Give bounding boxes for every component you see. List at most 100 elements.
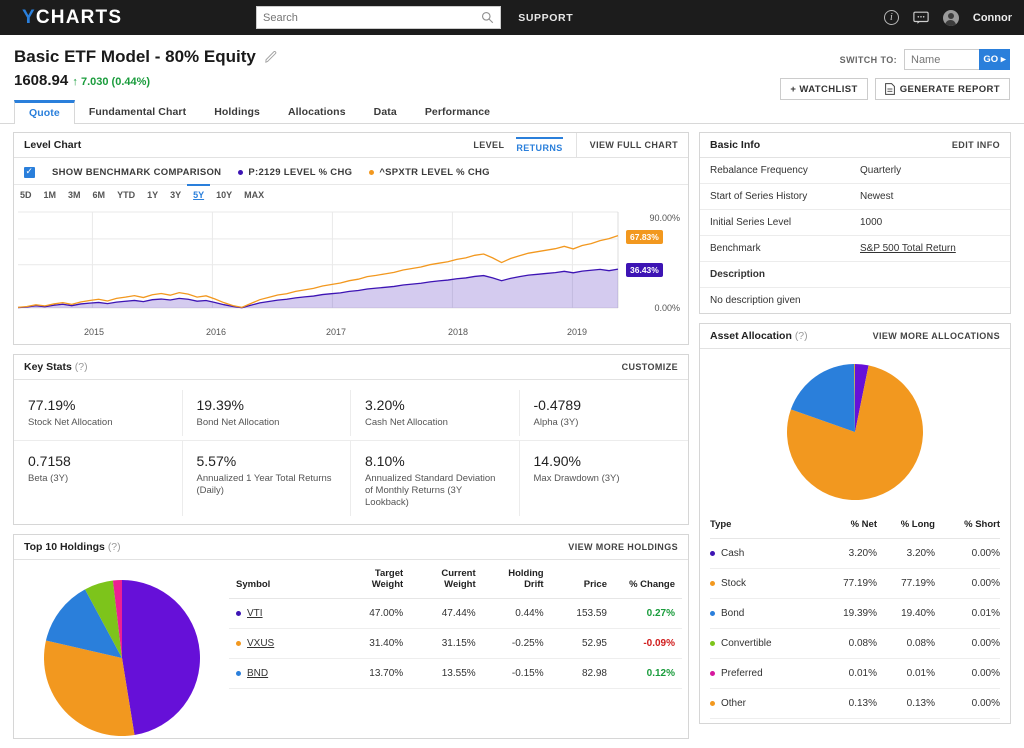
symbol-link[interactable]: VXUS bbox=[247, 638, 274, 649]
tab-fundamental-chart[interactable]: Fundamental Chart bbox=[75, 100, 200, 123]
table-row[interactable]: Stock77.19%77.19%0.00% bbox=[710, 568, 1000, 598]
range-max[interactable]: MAX bbox=[238, 185, 270, 204]
range-5d[interactable]: 5D bbox=[14, 185, 38, 204]
symbol-link[interactable]: VTI bbox=[247, 608, 263, 619]
col-type[interactable]: Type bbox=[710, 511, 826, 538]
table-row[interactable]: VXUS31.40%31.15%-0.25%52.95-0.09% bbox=[229, 629, 682, 659]
table-row[interactable]: BND13.70%13.55%-0.15%82.980.12% bbox=[229, 659, 682, 689]
legend-item-benchmark[interactable]: ^SPXTR LEVEL % CHG bbox=[369, 167, 490, 178]
allocation-table-wrap: Type % Net % Long % Short Cash3.20%3.20%… bbox=[700, 511, 1010, 723]
tab-holdings[interactable]: Holdings bbox=[200, 100, 274, 123]
cell-current-weight: 47.44% bbox=[410, 599, 482, 629]
chat-icon[interactable] bbox=[913, 11, 929, 24]
col-pct-change[interactable]: % Change bbox=[614, 560, 682, 599]
cell-pct-short: 0.01% bbox=[942, 598, 1000, 628]
pie-slice[interactable] bbox=[122, 580, 200, 735]
range-1m[interactable]: 1M bbox=[38, 185, 63, 204]
y-axis-tick-min: 0.00% bbox=[654, 303, 680, 313]
chart-mode-returns[interactable]: RETURNS bbox=[516, 137, 562, 153]
generate-report-button[interactable]: GENERATE REPORT bbox=[875, 78, 1010, 100]
range-5y[interactable]: 5Y bbox=[187, 184, 210, 204]
ycharts-logo[interactable]: YCHARTS bbox=[22, 7, 122, 29]
tab-data[interactable]: Data bbox=[360, 100, 411, 123]
info-value: Newest bbox=[860, 191, 893, 202]
basic-info-card: Basic Info EDIT INFO Rebalance Frequency… bbox=[699, 132, 1011, 314]
add-watchlist-button[interactable]: + WATCHLIST bbox=[780, 78, 867, 100]
top-holdings-hint-icon[interactable]: (?) bbox=[108, 541, 121, 553]
tab-allocations[interactable]: Allocations bbox=[274, 100, 360, 123]
tab-performance[interactable]: Performance bbox=[411, 100, 504, 123]
col-symbol[interactable]: Symbol bbox=[229, 560, 338, 599]
stat-value: 14.90% bbox=[534, 453, 675, 469]
range-1y[interactable]: 1Y bbox=[141, 185, 164, 204]
x-tick-2015: 2015 bbox=[84, 327, 104, 337]
range-6m[interactable]: 6M bbox=[87, 185, 112, 204]
type-color-dot bbox=[710, 641, 715, 646]
stat-value: 77.19% bbox=[28, 397, 168, 413]
global-search[interactable] bbox=[256, 6, 501, 29]
holdings-pie-chart[interactable] bbox=[42, 578, 202, 738]
view-more-allocations-link[interactable]: VIEW MORE ALLOCATIONS bbox=[873, 331, 1000, 341]
quote-change: ↑ 7.030 (0.44%) bbox=[72, 76, 150, 88]
col-target-weight[interactable]: TargetWeight bbox=[338, 560, 410, 599]
table-row[interactable]: Other0.13%0.13%0.00% bbox=[710, 688, 1000, 718]
range-3y[interactable]: 3Y bbox=[164, 185, 187, 204]
symbol-link[interactable]: BND bbox=[247, 668, 268, 679]
tab-quote[interactable]: Quote bbox=[14, 100, 75, 124]
username-label[interactable]: Connor bbox=[973, 12, 1012, 24]
top-holdings-header: Top 10 Holdings (?) VIEW MORE HOLDINGS bbox=[14, 535, 688, 560]
series-color-dot bbox=[236, 641, 241, 646]
type-color-dot bbox=[710, 671, 715, 676]
col-holding-drift[interactable]: HoldingDrift bbox=[483, 560, 551, 599]
stat-value: 19.39% bbox=[197, 397, 337, 413]
range-10y[interactable]: 10Y bbox=[210, 185, 238, 204]
key-stats-hint-icon[interactable]: (?) bbox=[75, 361, 88, 373]
cell-symbol: VXUS bbox=[229, 629, 338, 659]
cell-type: Other bbox=[710, 688, 826, 718]
col-pct-short[interactable]: % Short bbox=[942, 511, 1000, 538]
divider bbox=[576, 133, 577, 158]
col-current-weight[interactable]: CurrentWeight bbox=[410, 560, 482, 599]
key-stats-title: Key Stats (?) bbox=[24, 361, 88, 373]
table-row[interactable]: Preferred0.01%0.01%0.00% bbox=[710, 658, 1000, 688]
cell-type: Stock bbox=[710, 568, 826, 598]
customize-link[interactable]: CUSTOMIZE bbox=[622, 362, 678, 372]
table-row[interactable]: Bond19.39%19.40%0.01% bbox=[710, 598, 1000, 628]
show-benchmark-checkbox[interactable] bbox=[24, 167, 35, 178]
info-row: Initial Series Level 1000 bbox=[700, 210, 1010, 236]
edit-info-link[interactable]: EDIT INFO bbox=[952, 140, 1000, 150]
search-icon[interactable] bbox=[481, 11, 494, 24]
info-icon[interactable]: i bbox=[884, 10, 899, 25]
view-more-holdings-link[interactable]: VIEW MORE HOLDINGS bbox=[568, 542, 678, 552]
legend-dot-purple bbox=[238, 170, 243, 175]
edit-pencil-icon[interactable] bbox=[265, 51, 277, 63]
level-chart-plot[interactable]: 90.00% 0.00% 67.83% 36.43% bbox=[14, 204, 688, 324]
search-input[interactable] bbox=[263, 12, 481, 24]
avatar[interactable] bbox=[943, 10, 959, 26]
cell-pct-long: 19.40% bbox=[884, 598, 942, 628]
asset-allocation-hint-icon[interactable]: (?) bbox=[795, 330, 808, 342]
view-full-chart-link[interactable]: VIEW FULL CHART bbox=[590, 140, 678, 150]
cell-pct-long: 0.01% bbox=[884, 658, 942, 688]
basic-info-header: Basic Info EDIT INFO bbox=[700, 133, 1010, 158]
document-icon bbox=[885, 83, 895, 95]
go-button[interactable]: GO ▸ bbox=[979, 49, 1010, 70]
col-pct-long[interactable]: % Long bbox=[884, 511, 942, 538]
legend-item-portfolio[interactable]: P:2129 LEVEL % CHG bbox=[238, 167, 352, 178]
allocation-table: Type % Net % Long % Short Cash3.20%3.20%… bbox=[710, 511, 1000, 719]
table-row[interactable]: Convertible0.08%0.08%0.00% bbox=[710, 628, 1000, 658]
x-tick-2017: 2017 bbox=[326, 327, 346, 337]
switch-to-input[interactable] bbox=[904, 49, 979, 70]
nav-item-support[interactable]: SUPPORT bbox=[518, 12, 573, 24]
col-price[interactable]: Price bbox=[551, 560, 614, 599]
col-pct-net[interactable]: % Net bbox=[826, 511, 884, 538]
table-row[interactable]: VTI47.00%47.44%0.44%153.590.27% bbox=[229, 599, 682, 629]
level-chart-header: Level Chart LEVEL RETURNS VIEW FULL CHAR… bbox=[14, 133, 688, 158]
range-ytd[interactable]: YTD bbox=[111, 185, 141, 204]
benchmark-link[interactable]: S&P 500 Total Return bbox=[860, 243, 956, 254]
table-row[interactable]: Cash3.20%3.20%0.00% bbox=[710, 538, 1000, 568]
allocation-pie-chart[interactable] bbox=[786, 363, 924, 501]
chart-mode-level[interactable]: LEVEL bbox=[473, 140, 504, 150]
range-3m[interactable]: 3M bbox=[62, 185, 87, 204]
cell-type: Convertible bbox=[710, 628, 826, 658]
